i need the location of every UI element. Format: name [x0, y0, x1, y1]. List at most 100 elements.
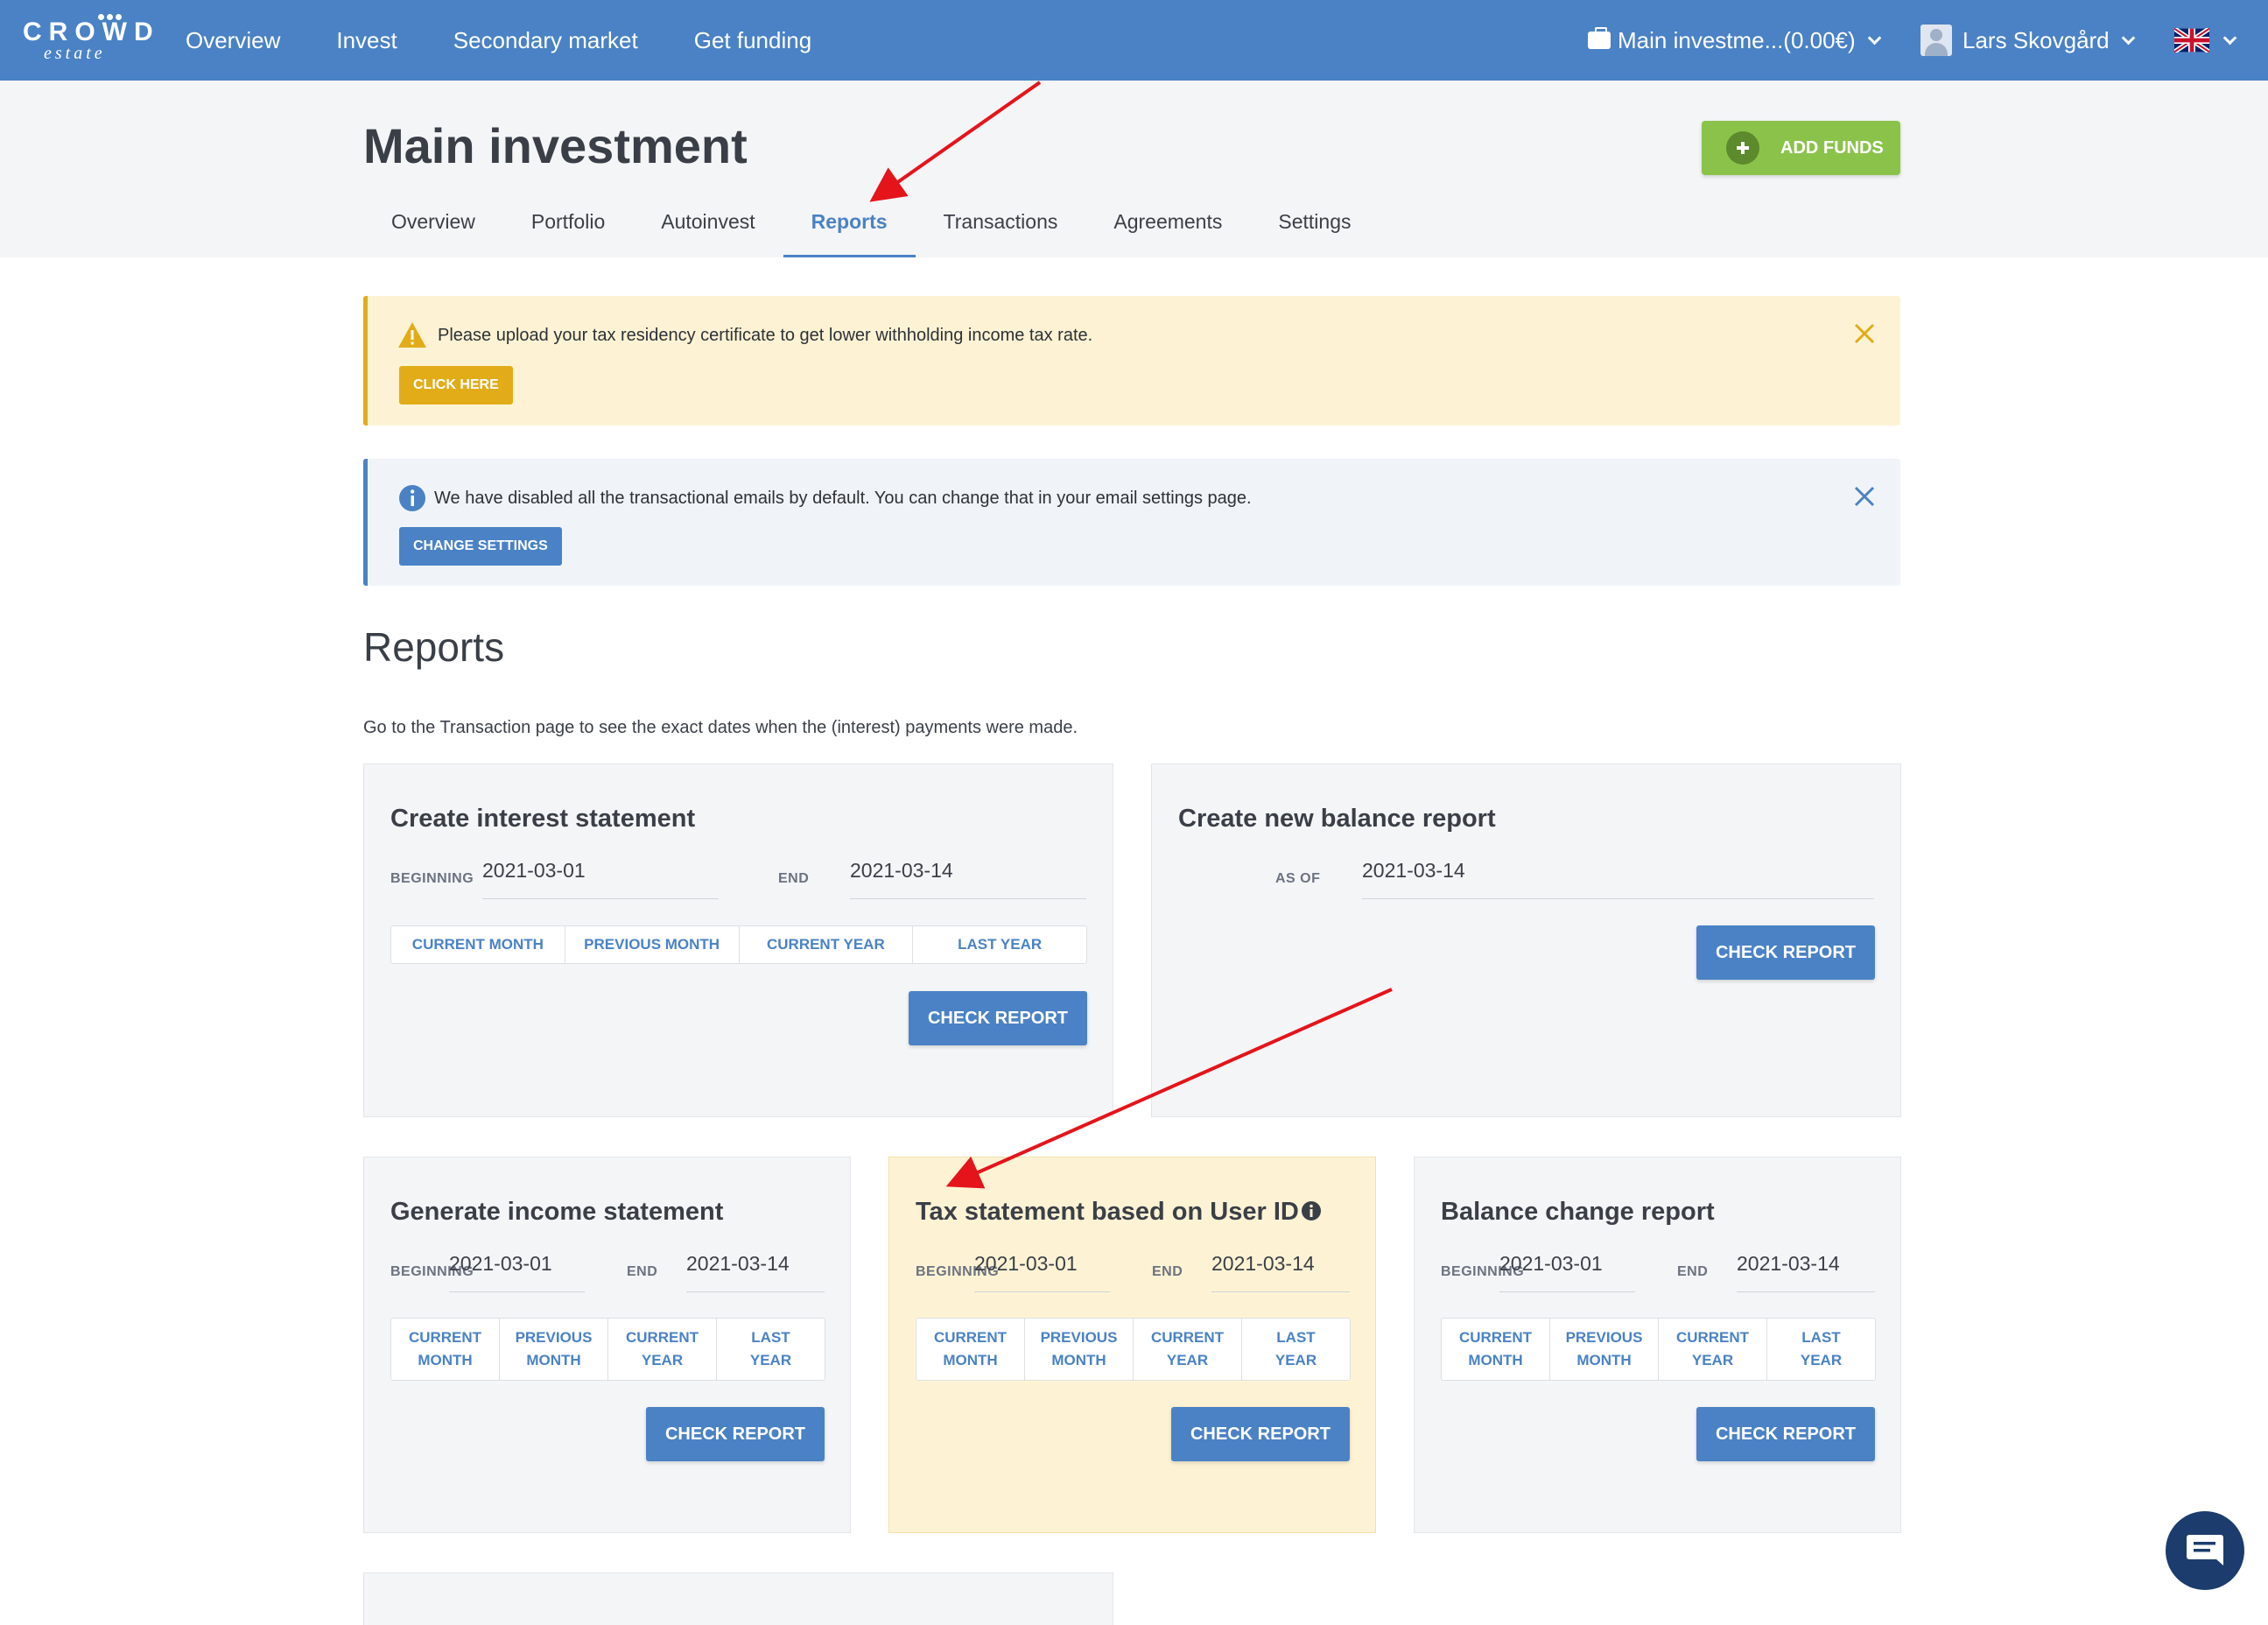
- preset-last-year[interactable]: LAST YEAR: [913, 926, 1086, 963]
- preset-current-month[interactable]: CURRENT MONTH: [1442, 1319, 1550, 1380]
- balance-change-card: Balance change report BEGINNING 2021-03-…: [1414, 1157, 1901, 1533]
- preset-current-month[interactable]: CURRENT MONTH: [391, 926, 565, 963]
- tab-reports[interactable]: Reports: [783, 203, 916, 257]
- as-of-date-input[interactable]: 2021-03-14: [1362, 859, 1874, 899]
- beginning-label: BEGINNING: [390, 871, 474, 886]
- period-presets: CURRENT MONTH PREVIOUS MONTH CURRENT YEA…: [1441, 1318, 1876, 1381]
- interest-statement-card: Create interest statement BEGINNING 2021…: [363, 763, 1113, 1117]
- beginning-date-input[interactable]: 2021-03-01: [1499, 1252, 1635, 1292]
- end-date-input[interactable]: 2021-03-14: [850, 859, 1086, 899]
- preset-current-year[interactable]: CURRENT YEAR: [608, 1319, 717, 1380]
- uk-flag-icon: [2174, 28, 2209, 53]
- add-funds-button[interactable]: ADD FUNDS: [1702, 121, 1900, 175]
- preset-last-year[interactable]: LAST YEAR: [1767, 1319, 1875, 1380]
- beginning-date-input[interactable]: 2021-03-01: [482, 859, 719, 899]
- nav-invest[interactable]: Invest: [336, 27, 397, 54]
- period-presets: CURRENT MONTH PREVIOUS MONTH CURRENT YEA…: [390, 925, 1087, 964]
- nav-get-funding[interactable]: Get funding: [694, 27, 811, 54]
- income-statement-card: Generate income statement BEGINNING 2021…: [363, 1157, 851, 1533]
- tax-residency-message: Please upload your tax residency certifi…: [438, 326, 1093, 345]
- end-date-input[interactable]: 2021-03-14: [1737, 1252, 1875, 1292]
- email-settings-alert: We have disabled all the transactional e…: [363, 459, 1900, 586]
- account-selector-label: Main investme...(0.00€): [1618, 26, 1856, 53]
- preset-previous-month[interactable]: PREVIOUS MONTH: [1550, 1319, 1659, 1380]
- check-report-button[interactable]: CHECK REPORT: [1696, 1407, 1875, 1461]
- click-here-button[interactable]: CLICK HERE: [399, 366, 513, 404]
- preset-current-month[interactable]: CURRENT MONTH: [916, 1319, 1025, 1380]
- tab-portfolio[interactable]: Portfolio: [503, 203, 633, 257]
- tax-statement-title: Tax statement based on User ID: [916, 1198, 1299, 1226]
- user-menu[interactable]: Lars Skovgård: [1920, 0, 2135, 81]
- preset-last-year[interactable]: LAST YEAR: [717, 1319, 825, 1380]
- tab-autoinvest[interactable]: Autoinvest: [633, 203, 783, 257]
- page-header: Main investment ADD FUNDS Overview Portf…: [0, 81, 2268, 257]
- chat-button[interactable]: [2166, 1511, 2244, 1590]
- end-date-input[interactable]: 2021-03-14: [686, 1252, 825, 1292]
- logo-estate-text: estate: [44, 44, 106, 63]
- preset-previous-month[interactable]: PREVIOUS MONTH: [1025, 1319, 1134, 1380]
- period-presets: CURRENT MONTH PREVIOUS MONTH CURRENT YEA…: [916, 1318, 1351, 1381]
- preset-current-year[interactable]: CURRENT YEAR: [1134, 1319, 1242, 1380]
- card-title: Generate income statement: [390, 1198, 724, 1226]
- email-settings-message: We have disabled all the transactional e…: [434, 489, 1252, 508]
- preset-current-year[interactable]: CURRENT YEAR: [740, 926, 914, 963]
- add-funds-label: ADD FUNDS: [1780, 137, 1884, 158]
- language-selector[interactable]: [2174, 0, 2237, 81]
- card-title: Create interest statement: [390, 805, 696, 833]
- end-label: END: [627, 1264, 658, 1279]
- account-selector[interactable]: Main investme...(0.00€): [1588, 0, 1881, 81]
- tab-agreements[interactable]: Agreements: [1085, 203, 1250, 257]
- chevron-down-icon: [2121, 31, 2135, 45]
- logo-crowd-text: CROWD: [23, 18, 160, 46]
- period-presets: CURRENT MONTH PREVIOUS MONTH CURRENT YEA…: [390, 1318, 825, 1381]
- preset-previous-month[interactable]: PREVIOUS MONTH: [500, 1319, 608, 1380]
- account-tabs: Overview Portfolio Autoinvest Reports Tr…: [363, 203, 1379, 257]
- info-icon: [399, 485, 425, 511]
- reports-heading: Reports: [363, 624, 505, 670]
- card-title: Tax statement based on User ID: [916, 1198, 1322, 1227]
- beginning-date-input[interactable]: 2021-03-01: [974, 1252, 1110, 1292]
- page-title: Main investment: [363, 118, 748, 173]
- preset-last-year[interactable]: LAST YEAR: [1242, 1319, 1350, 1380]
- beginning-date-input[interactable]: 2021-03-01: [449, 1252, 585, 1292]
- user-name: Lars Skovgård: [1963, 26, 2110, 53]
- info-icon[interactable]: [1301, 1200, 1322, 1221]
- card-title: Balance change report: [1441, 1198, 1715, 1226]
- check-report-button[interactable]: CHECK REPORT: [909, 991, 1087, 1045]
- check-report-button[interactable]: CHECK REPORT: [1171, 1407, 1350, 1461]
- tax-residency-alert: Please upload your tax residency certifi…: [363, 296, 1900, 426]
- end-label: END: [1152, 1264, 1183, 1279]
- next-report-card: [363, 1572, 1113, 1625]
- nav-secondary-market[interactable]: Secondary market: [453, 27, 638, 54]
- check-report-button[interactable]: CHECK REPORT: [1696, 925, 1875, 980]
- card-title: Create new balance report: [1178, 805, 1496, 833]
- plus-icon: [1726, 131, 1759, 165]
- end-label: END: [778, 871, 810, 886]
- preset-current-year[interactable]: CURRENT YEAR: [1659, 1319, 1767, 1380]
- preset-current-month[interactable]: CURRENT MONTH: [391, 1319, 500, 1380]
- balance-report-card: Create new balance report AS OF 2021-03-…: [1151, 763, 1901, 1117]
- tax-statement-card: Tax statement based on User ID BEGINNING…: [888, 1157, 1376, 1533]
- chevron-down-icon: [1867, 31, 1881, 45]
- briefcase-icon: [1588, 27, 1611, 49]
- tab-overview[interactable]: Overview: [363, 203, 503, 257]
- chevron-down-icon: [2222, 31, 2237, 45]
- tab-settings[interactable]: Settings: [1250, 203, 1379, 257]
- main-nav: Overview Invest Secondary market Get fun…: [186, 0, 811, 81]
- end-label: END: [1677, 1264, 1709, 1279]
- end-date-input[interactable]: 2021-03-14: [1211, 1252, 1350, 1292]
- tab-transactions[interactable]: Transactions: [916, 203, 1086, 257]
- close-icon[interactable]: [1853, 322, 1876, 345]
- chat-icon: [2187, 1535, 2223, 1565]
- as-of-label: AS OF: [1275, 871, 1321, 886]
- top-navbar: CROWD estate Overview Invest Secondary m…: [0, 0, 2268, 81]
- avatar: [1920, 25, 1952, 56]
- close-icon[interactable]: [1853, 485, 1876, 508]
- check-report-button[interactable]: CHECK REPORT: [646, 1407, 825, 1461]
- preset-previous-month[interactable]: PREVIOUS MONTH: [565, 926, 740, 963]
- warning-icon: [398, 322, 426, 348]
- crowdestate-logo[interactable]: CROWD estate: [23, 14, 153, 63]
- reports-note: Go to the Transaction page to see the ex…: [363, 718, 1078, 737]
- nav-overview[interactable]: Overview: [186, 27, 280, 54]
- change-settings-button[interactable]: CHANGE SETTINGS: [399, 527, 562, 566]
